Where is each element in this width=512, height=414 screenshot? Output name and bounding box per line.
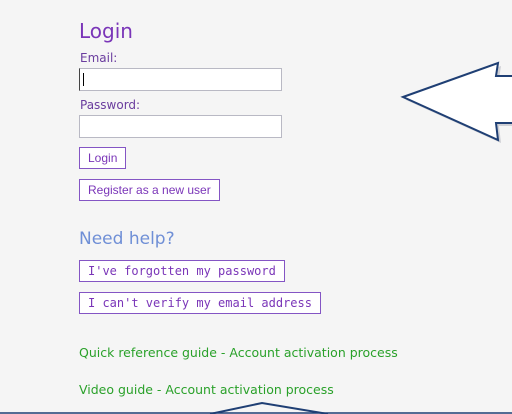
register-button[interactable]: Register as a new user [79,179,220,201]
login-button[interactable]: Login [79,147,127,169]
password-label: Password: [80,98,141,112]
up-arrow-icon [209,401,329,414]
email-input[interactable] [79,68,282,91]
login-title: Login [79,19,133,43]
need-help-title: Need help? [79,229,175,249]
left-arrow-shadow [406,66,512,143]
verify-email-button[interactable]: I can't verify my email address [79,292,321,314]
left-arrow-icon [400,61,512,142]
login-page: Login Email: Password: Login Register as… [0,0,512,414]
password-input[interactable] [79,115,282,138]
video-guide-link[interactable]: Video guide - Account activation process [79,382,334,397]
text-caret [83,73,84,86]
email-label: Email: [80,51,118,65]
quick-reference-guide-link[interactable]: Quick reference guide - Account activati… [79,345,398,360]
forgot-password-button[interactable]: I've forgotten my password [79,260,285,282]
